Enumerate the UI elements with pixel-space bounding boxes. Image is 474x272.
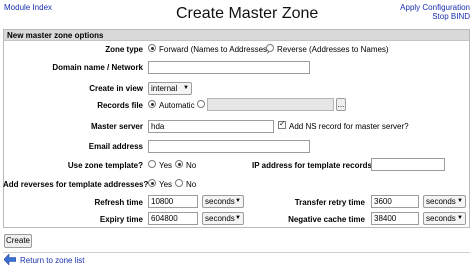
- add-reverses-no-label: No: [186, 180, 197, 189]
- panel-heading: New master zone options: [4, 30, 469, 41]
- create-in-view-label: Create in view: [89, 84, 143, 93]
- radio-reverses-yes[interactable]: [148, 179, 156, 187]
- chevron-down-icon: ▼: [457, 215, 463, 221]
- use-template-no-label: No: [186, 161, 197, 170]
- radio-custom-file[interactable]: [197, 100, 205, 108]
- email-input[interactable]: [148, 140, 310, 153]
- domain-name-label: Domain name / Network: [52, 63, 143, 72]
- records-custom-radio[interactable]: [197, 100, 205, 109]
- use-template-no-radio[interactable]: [175, 160, 183, 169]
- negative-cache-unit-select[interactable]: seconds ▼: [423, 212, 466, 225]
- zone-type-forward-radio[interactable]: [148, 44, 156, 53]
- footer-divider: [3, 252, 470, 253]
- records-file-input[interactable]: [207, 98, 334, 111]
- records-automatic-label: Automatic: [159, 101, 195, 110]
- chevron-down-icon: ▼: [457, 198, 463, 204]
- radio-template-yes[interactable]: [148, 160, 156, 168]
- expiry-time-input[interactable]: 604800: [148, 212, 198, 225]
- radio-forward[interactable]: [148, 44, 156, 52]
- negative-cache-input[interactable]: 38400: [371, 212, 419, 225]
- negative-cache-label: Negative cache time: [288, 215, 365, 224]
- back-arrow-icon-svg: [3, 253, 17, 266]
- transfer-retry-input[interactable]: 3600: [371, 195, 419, 208]
- use-template-label: Use zone template?: [67, 161, 143, 170]
- add-ns-checkbox[interactable]: [278, 119, 286, 130]
- add-reverses-yes-radio[interactable]: [148, 179, 156, 188]
- module-index-link[interactable]: Module Index: [4, 3, 52, 12]
- radio-reverses-no[interactable]: [175, 179, 183, 187]
- chevron-down-icon: ▼: [235, 215, 241, 221]
- zone-type-reverse-label: Reverse (Addresses to Names): [277, 45, 389, 54]
- template-ip-input[interactable]: [371, 158, 445, 171]
- checkbox-add-ns[interactable]: [278, 119, 286, 129]
- records-automatic-radio[interactable]: [148, 100, 156, 109]
- refresh-time-label: Refresh time: [94, 198, 143, 207]
- add-reverses-yes-label: Yes: [159, 180, 173, 189]
- negative-cache-unit-value: seconds: [426, 214, 456, 223]
- refresh-unit-value: seconds: [205, 197, 235, 206]
- email-label: Email address: [88, 142, 143, 151]
- refresh-unit-select[interactable]: seconds ▼: [202, 195, 244, 208]
- browse-file-button[interactable]: ...: [336, 98, 346, 111]
- stop-bind-link[interactable]: Stop BIND: [432, 12, 470, 21]
- use-template-yes-label: Yes: [159, 161, 173, 170]
- chevron-down-icon: ▼: [183, 85, 189, 91]
- transfer-retry-unit-select[interactable]: seconds ▼: [423, 195, 466, 208]
- zone-type-reverse-radio[interactable]: [266, 44, 274, 53]
- refresh-time-input[interactable]: 10800: [148, 195, 198, 208]
- add-ns-label: Add NS record for master server?: [289, 122, 409, 131]
- page-title: Create Master Zone: [176, 5, 319, 22]
- return-to-zone-list-link[interactable]: Return to zone list: [20, 256, 84, 265]
- transfer-retry-label: Transfer retry time: [294, 198, 365, 207]
- radio-reverse[interactable]: [266, 44, 274, 52]
- template-ip-label: IP address for template records: [252, 161, 372, 170]
- view-select[interactable]: internal ▼: [148, 82, 192, 95]
- chevron-down-icon: ▼: [235, 198, 241, 204]
- domain-name-input[interactable]: [148, 61, 310, 74]
- expiry-unit-value: seconds: [205, 214, 235, 223]
- radio-template-no[interactable]: [175, 160, 183, 168]
- transfer-retry-unit-value: seconds: [426, 197, 456, 206]
- expiry-unit-select[interactable]: seconds ▼: [202, 212, 244, 225]
- records-file-label: Records file: [97, 101, 143, 110]
- zone-type-forward-label: Forward (Names to Addresses): [159, 45, 270, 54]
- radio-automatic[interactable]: [148, 100, 156, 108]
- add-reverses-no-radio[interactable]: [175, 179, 183, 188]
- use-template-yes-radio[interactable]: [148, 160, 156, 169]
- expiry-time-label: Expiry time: [99, 215, 143, 224]
- master-server-input[interactable]: hda: [148, 120, 274, 133]
- zone-type-label: Zone type: [105, 45, 143, 54]
- apply-configuration-link[interactable]: Apply Configuration: [400, 3, 470, 12]
- create-button[interactable]: Create: [4, 234, 32, 248]
- master-server-label: Master server: [90, 122, 143, 131]
- view-select-value: internal: [151, 84, 178, 93]
- back-arrow-icon[interactable]: [3, 253, 17, 267]
- add-reverses-label: Add reverses for template addresses?: [3, 180, 149, 189]
